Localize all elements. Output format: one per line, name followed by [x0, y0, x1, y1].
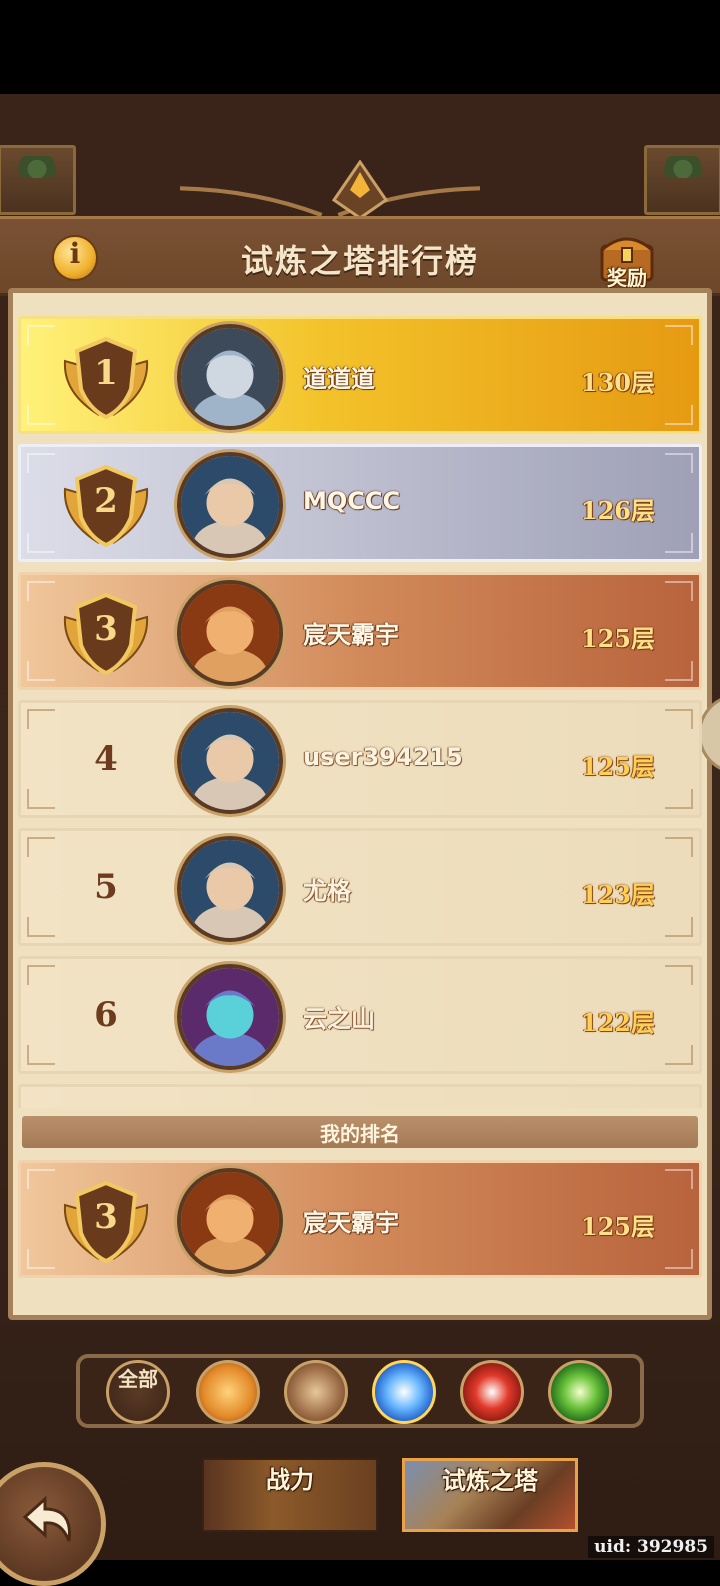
faction-earth-icon[interactable]	[284, 1360, 348, 1424]
rank-number: 3	[94, 1197, 118, 1237]
row-corner-ornament	[665, 1169, 693, 1189]
row-corner-ornament	[27, 1169, 55, 1189]
info-icon: i	[69, 237, 81, 270]
filter-all-button[interactable]: 全部	[106, 1360, 170, 1424]
right-pillar-ornament	[644, 145, 720, 215]
row-corner-ornament	[665, 917, 693, 937]
floor-count: 126层	[580, 496, 655, 525]
row-corner-ornament	[27, 709, 55, 729]
player-name: 宸天霸宇	[303, 621, 399, 649]
row-corner-ornament	[665, 1249, 693, 1269]
floor-count: 125层	[580, 624, 655, 653]
row-corner-ornament	[665, 405, 693, 425]
floor-count: 125层	[580, 1212, 655, 1241]
faction-water-icon[interactable]	[372, 1360, 436, 1424]
page-title: 试炼之塔排行榜	[240, 242, 479, 280]
floor-count: 130层	[580, 368, 655, 397]
leaderboard-row[interactable]: 3 宸天霸宇 125层	[18, 572, 702, 690]
floor-count: 123层	[580, 880, 655, 909]
row-corner-ornament	[665, 837, 693, 857]
leaderboard-row-peek	[18, 1084, 702, 1108]
avatar[interactable]	[177, 964, 283, 1070]
leaderboard-list[interactable]: 1 道道道 130层 2 MQCCC 126层 3 宸天霸宇 125层 4 user394215 12…	[18, 316, 702, 1108]
row-corner-ornament	[27, 837, 55, 857]
row-corner-ornament	[27, 917, 55, 937]
leaderboard-row[interactable]: 2 MQCCC 126层	[18, 444, 702, 562]
player-name: user394215	[303, 743, 463, 771]
row-corner-ornament	[665, 965, 693, 985]
rank-number: 5	[94, 867, 118, 907]
rank-number: 4	[94, 739, 118, 779]
floor-count: 122层	[580, 1008, 655, 1037]
rank-number: 2	[94, 481, 118, 521]
row-corner-ornament	[665, 789, 693, 809]
avatar[interactable]	[177, 452, 283, 558]
tab-trial-tower[interactable]: 试炼之塔	[402, 1458, 578, 1532]
avatar[interactable]	[177, 1168, 283, 1274]
faction-fire-icon[interactable]	[460, 1360, 524, 1424]
row-corner-ornament	[27, 581, 55, 601]
left-pillar-ornament	[0, 145, 76, 215]
row-corner-ornament	[27, 533, 55, 553]
my-rank-label: 我的排名	[320, 1122, 400, 1146]
floor-count: 125层	[580, 752, 655, 781]
row-corner-ornament	[27, 661, 55, 681]
back-arrow-icon	[22, 1495, 71, 1542]
row-corner-ornament	[27, 1045, 55, 1065]
avatar[interactable]	[177, 580, 283, 686]
info-button[interactable]: i	[52, 235, 98, 281]
faction-light-icon[interactable]	[196, 1360, 260, 1424]
player-name: 宸天霸宇	[303, 1209, 399, 1237]
row-corner-ornament	[665, 1045, 693, 1065]
leaderboard-row[interactable]: 1 道道道 130层	[18, 316, 702, 434]
row-corner-ornament	[665, 581, 693, 601]
row-corner-ornament	[665, 661, 693, 681]
avatar[interactable]	[177, 836, 283, 942]
rank-number: 6	[94, 995, 118, 1035]
my-rank-row[interactable]: 3 宸天霸宇 125层	[18, 1160, 702, 1278]
leaderboard-row[interactable]: 6 云之山 122层	[18, 956, 702, 1074]
avatar[interactable]	[177, 708, 283, 814]
row-corner-ornament	[665, 453, 693, 473]
row-corner-ornament	[27, 453, 55, 473]
avatar[interactable]	[177, 324, 283, 430]
rank-number: 1	[94, 353, 118, 393]
row-corner-ornament	[27, 965, 55, 985]
crest-gem-icon	[331, 160, 389, 220]
row-corner-ornament	[665, 325, 693, 345]
faction-nature-icon[interactable]	[548, 1360, 612, 1424]
reward-label: 奖励	[607, 266, 647, 290]
player-name: 尤格	[303, 877, 351, 905]
leaderboard-row[interactable]: 4 user394215 125层	[18, 700, 702, 818]
row-corner-ornament	[27, 405, 55, 425]
player-name: MQCCC	[303, 487, 401, 515]
player-name: 云之山	[303, 1005, 375, 1033]
tab-power[interactable]: 战力	[202, 1458, 378, 1532]
leaderboard-row[interactable]: 5 尤格 123层	[18, 828, 702, 946]
row-corner-ornament	[665, 709, 693, 729]
player-name: 道道道	[303, 365, 375, 393]
uid-label: uid: 392985	[588, 1536, 714, 1558]
row-corner-ornament	[27, 1249, 55, 1269]
row-corner-ornament	[27, 325, 55, 345]
row-corner-ornament	[27, 789, 55, 809]
rank-number: 3	[94, 609, 118, 649]
row-corner-ornament	[665, 533, 693, 553]
